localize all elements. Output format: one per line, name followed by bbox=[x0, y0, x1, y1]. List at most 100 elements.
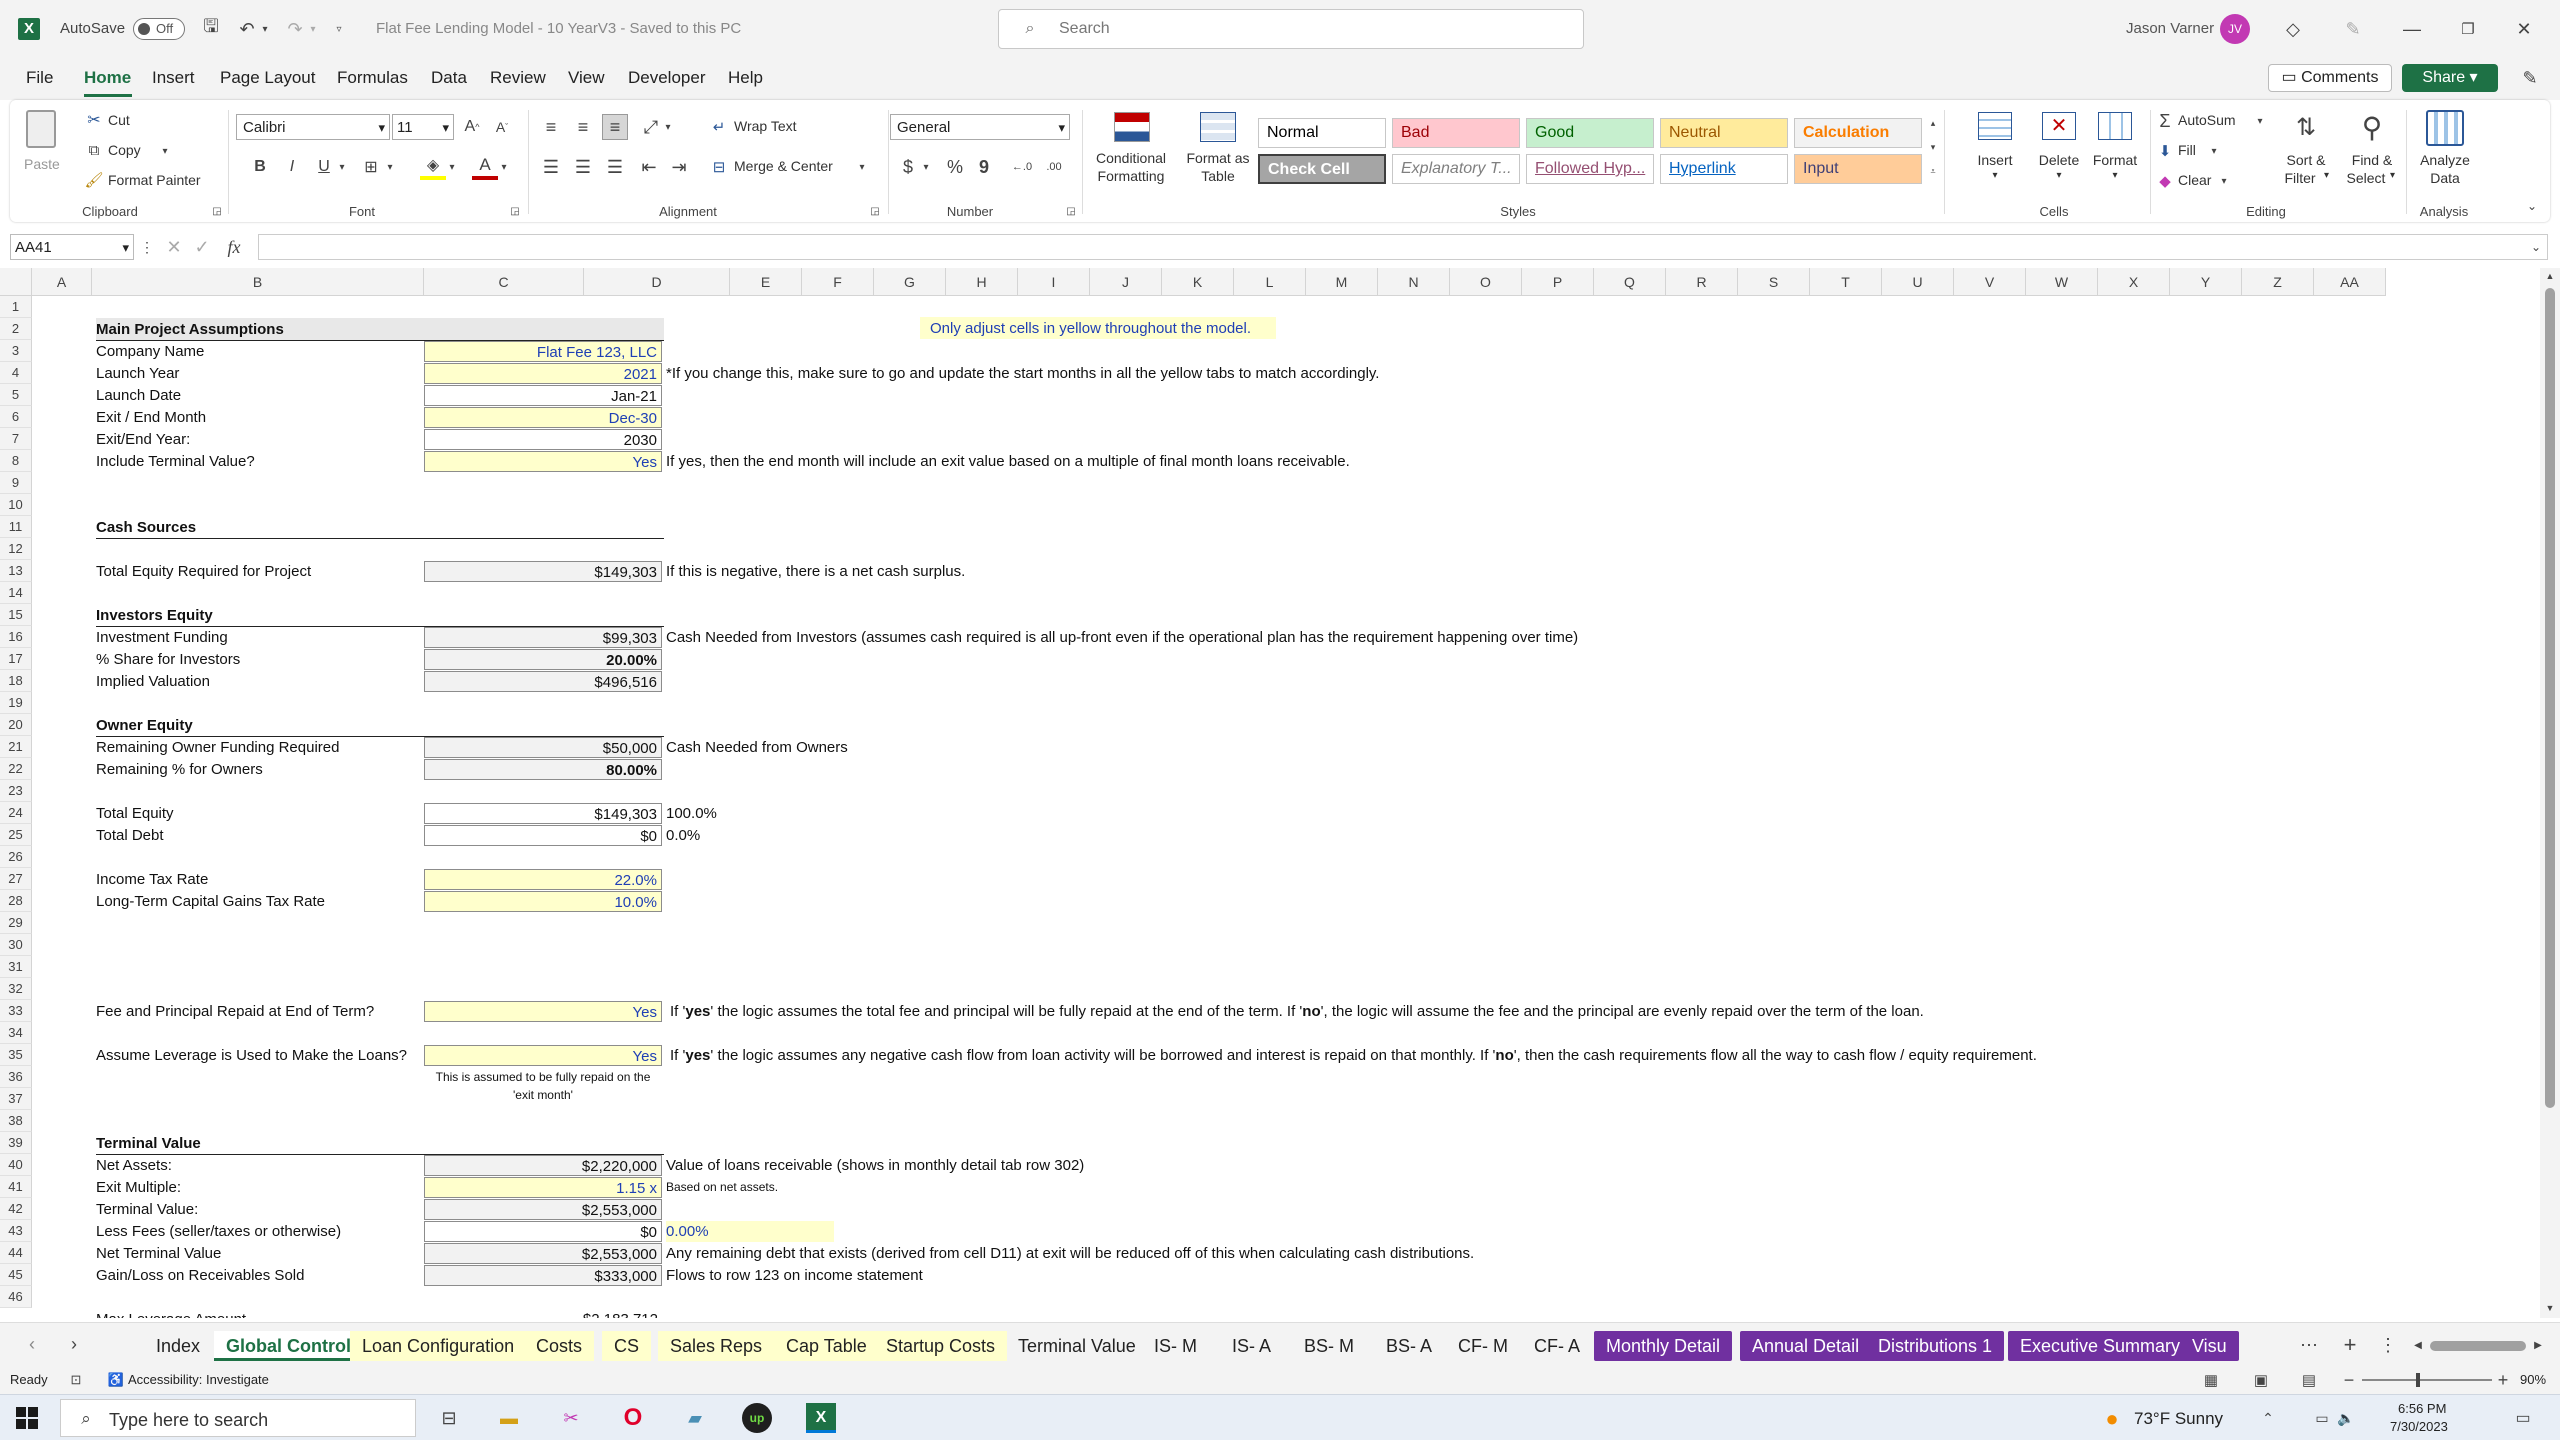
percent-icon[interactable]: % bbox=[942, 154, 968, 180]
row-header[interactable]: 3 bbox=[0, 340, 32, 362]
net-terminal-value[interactable]: $2,553,000 bbox=[424, 1243, 662, 1264]
weather-text[interactable]: 73°F Sunny bbox=[2134, 1409, 2223, 1429]
zoom-in-icon[interactable]: + bbox=[2494, 1368, 2512, 1392]
opera-icon[interactable]: O bbox=[618, 1403, 648, 1433]
row-header[interactable]: 45 bbox=[0, 1264, 32, 1286]
volume-icon[interactable]: 🔈 bbox=[2336, 1405, 2356, 1431]
taskbar-date[interactable]: 7/30/2023 bbox=[2390, 1419, 2448, 1434]
sheet-tab[interactable]: Monthly Detail bbox=[1594, 1331, 1733, 1361]
chevron-down-icon[interactable]: ▾ bbox=[2218, 172, 2230, 190]
align-right-icon[interactable]: ☰ bbox=[602, 154, 628, 180]
cell-style-explanatory-t[interactable]: Explanatory T... bbox=[1392, 154, 1520, 184]
format-painter-button[interactable]: Format Painter bbox=[108, 172, 201, 188]
row-header[interactable]: 31 bbox=[0, 956, 32, 978]
sheet-tab[interactable]: BS- A bbox=[1374, 1331, 1444, 1361]
row-header[interactable]: 23 bbox=[0, 780, 32, 802]
paste-button[interactable]: Paste bbox=[24, 106, 60, 198]
analyze-data-button[interactable]: Analyze Data bbox=[2410, 108, 2480, 198]
row-header[interactable]: 5 bbox=[0, 384, 32, 406]
upwork-icon[interactable]: up bbox=[742, 1403, 772, 1433]
column-header[interactable]: B bbox=[92, 268, 424, 296]
menu-formulas[interactable]: Formulas bbox=[337, 68, 408, 88]
column-header[interactable]: AA bbox=[2314, 268, 2386, 296]
chevron-down-icon[interactable]: ▾ bbox=[158, 142, 172, 160]
row-header[interactable]: 26 bbox=[0, 846, 32, 868]
investor-share-value[interactable]: 20.00% bbox=[424, 649, 662, 670]
increase-indent-icon[interactable]: ⇥ bbox=[666, 154, 692, 180]
pen-icon[interactable]: ✎ bbox=[2340, 16, 2366, 42]
gain-loss-value[interactable]: $333,000 bbox=[424, 1265, 662, 1286]
more-options-icon[interactable]: ⋮ bbox=[140, 234, 154, 260]
row-header[interactable]: 39 bbox=[0, 1132, 32, 1154]
name-box[interactable]: AA41 ▾ bbox=[10, 234, 134, 260]
net-assets-value[interactable]: $2,220,000 bbox=[424, 1155, 662, 1176]
sheet-tab[interactable]: IS- M bbox=[1142, 1331, 1209, 1361]
dialog-launcher-icon[interactable]: ◲ bbox=[508, 204, 522, 218]
chevron-down-icon[interactable]: ▾ bbox=[258, 16, 272, 42]
column-header[interactable]: N bbox=[1378, 268, 1450, 296]
row-header[interactable]: 40 bbox=[0, 1154, 32, 1176]
column-header[interactable]: D bbox=[584, 268, 730, 296]
confirm-entry-icon[interactable]: ✓ bbox=[192, 234, 212, 260]
italic-icon[interactable]: I bbox=[280, 154, 304, 180]
macro-record-icon[interactable]: ⊡ bbox=[66, 1370, 86, 1390]
total-equity-required-value[interactable]: $149,303 bbox=[424, 561, 662, 582]
chevron-down-icon[interactable]: ▾ bbox=[2208, 142, 2220, 160]
currency-icon[interactable]: $ bbox=[896, 154, 920, 180]
sheet-tab[interactable]: Startup Costs bbox=[874, 1331, 1008, 1361]
row-header[interactable]: 43 bbox=[0, 1220, 32, 1242]
gallery-up-icon[interactable]: ▴ bbox=[1926, 116, 1940, 130]
taskbar-search-box[interactable]: ⌕ Type here to search bbox=[60, 1399, 416, 1437]
align-center-icon[interactable]: ☰ bbox=[570, 154, 596, 180]
column-header[interactable]: L bbox=[1234, 268, 1306, 296]
menu-file[interactable]: File bbox=[26, 68, 53, 88]
cell-style-normal[interactable]: Normal bbox=[1258, 118, 1386, 148]
autosum-button[interactable]: AutoSum bbox=[2178, 112, 2236, 128]
chevron-down-icon[interactable]: ▾ bbox=[2254, 112, 2266, 130]
row-header[interactable]: 29 bbox=[0, 912, 32, 934]
column-header[interactable]: V bbox=[1954, 268, 2026, 296]
vertical-scrollbar[interactable]: ▲ ▼ bbox=[2540, 268, 2560, 1318]
fill-color-icon[interactable]: ◈ bbox=[420, 154, 446, 180]
scroll-down-icon[interactable]: ▼ bbox=[2544, 1302, 2556, 1314]
user-name[interactable]: Jason Varner bbox=[2126, 20, 2214, 37]
horizontal-scrollbar[interactable] bbox=[2430, 1341, 2526, 1351]
format-cells-button[interactable]: Format ▾ bbox=[2088, 108, 2142, 198]
row-header[interactable]: 1 bbox=[0, 296, 32, 318]
chevron-down-icon[interactable]: ▾ bbox=[662, 114, 674, 140]
row-header[interactable]: 42 bbox=[0, 1198, 32, 1220]
investment-funding-value[interactable]: $99,303 bbox=[424, 627, 662, 648]
page-layout-view-icon[interactable]: ▣ bbox=[2248, 1368, 2274, 1392]
increase-decimal-icon[interactable]: ←.0 bbox=[1008, 154, 1036, 180]
autosave-toggle[interactable]: Off bbox=[133, 18, 185, 40]
row-header[interactable]: 33 bbox=[0, 1000, 32, 1022]
sheet-tab[interactable]: Cap Table bbox=[774, 1331, 879, 1361]
terminal-value-value[interactable]: $2,553,000 bbox=[424, 1199, 662, 1220]
cell-style-hyperlink[interactable]: Hyperlink bbox=[1660, 154, 1788, 184]
menu-data[interactable]: Data bbox=[431, 68, 467, 88]
row-header[interactable]: 35 bbox=[0, 1044, 32, 1066]
sheet-tab[interactable]: Loan Configuration bbox=[350, 1331, 527, 1361]
dialog-launcher-icon[interactable]: ◲ bbox=[868, 204, 882, 218]
row-header[interactable]: 32 bbox=[0, 978, 32, 1000]
avatar[interactable]: JV bbox=[2220, 14, 2250, 44]
row-header[interactable]: 7 bbox=[0, 428, 32, 450]
cancel-entry-icon[interactable]: ✕ bbox=[164, 234, 184, 260]
sheet-tab[interactable]: Costs bbox=[524, 1331, 595, 1361]
total-equity-value[interactable]: $149,303 bbox=[424, 803, 662, 824]
exit-month-input[interactable]: Dec-30 bbox=[424, 407, 662, 428]
cell-style-calculation[interactable]: Calculation bbox=[1794, 118, 1922, 148]
chevron-down-icon[interactable]: ▾ bbox=[336, 154, 348, 180]
diamond-icon[interactable]: ◇ bbox=[2280, 16, 2306, 42]
row-header[interactable]: 11 bbox=[0, 516, 32, 538]
conditional-formatting-button[interactable]: Conditional Formatting bbox=[1088, 106, 1174, 200]
menu-page-layout[interactable]: Page Layout bbox=[220, 68, 315, 88]
sheet-tab[interactable]: CF- A bbox=[1522, 1331, 1592, 1361]
restore-icon[interactable]: ❐ bbox=[2448, 14, 2488, 44]
scroll-thumb[interactable] bbox=[2545, 288, 2555, 1108]
undo-icon[interactable]: ↶ bbox=[234, 16, 260, 42]
row-header[interactable]: 27 bbox=[0, 868, 32, 890]
sheet-tab[interactable]: BS- M bbox=[1292, 1331, 1366, 1361]
feedback-icon[interactable]: ✎ bbox=[2516, 64, 2544, 92]
menu-developer[interactable]: Developer bbox=[628, 68, 706, 88]
